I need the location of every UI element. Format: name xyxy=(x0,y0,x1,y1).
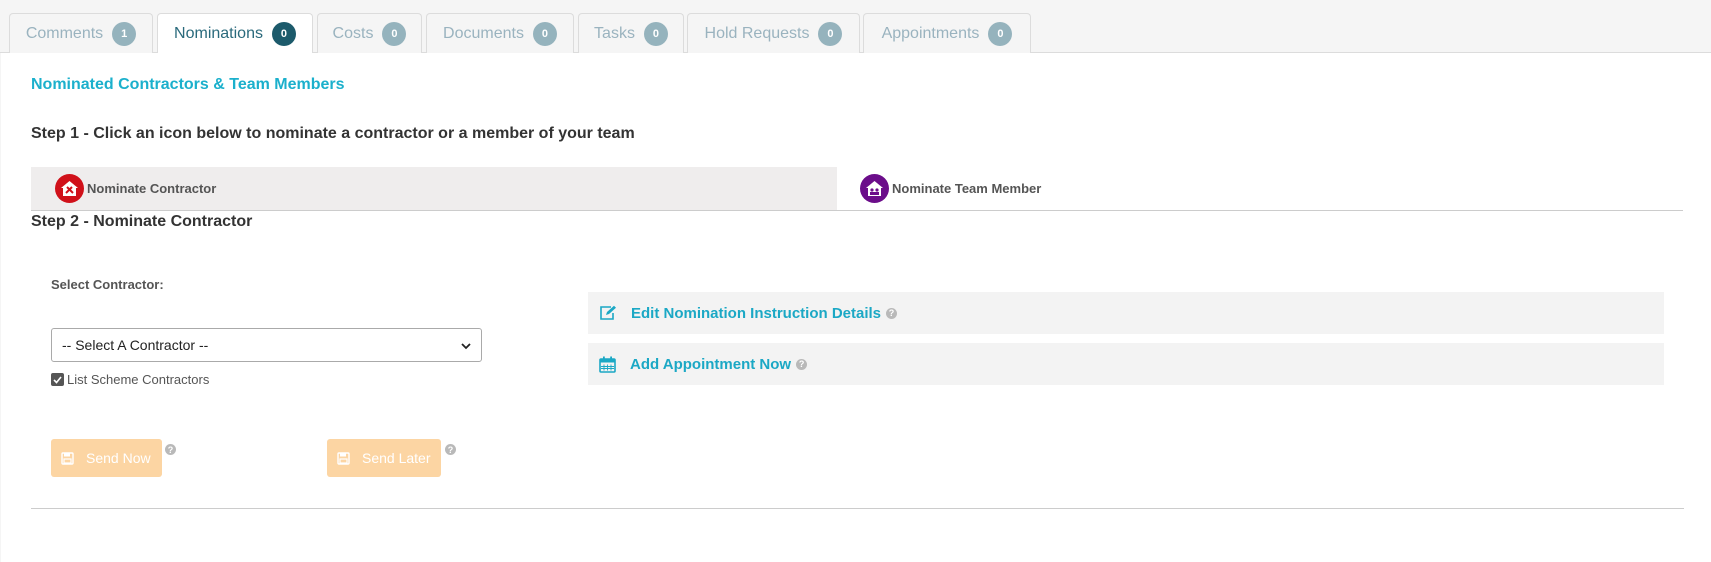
tab-comments[interactable]: Comments 1 xyxy=(9,13,153,53)
count-badge: 0 xyxy=(532,21,557,46)
help-icon[interactable]: ? xyxy=(886,307,898,319)
step1-heading: Step 1 - Click an icon below to nominate… xyxy=(31,125,635,142)
send-later-label: Send Later xyxy=(362,450,431,466)
help-icon[interactable]: ? xyxy=(165,444,176,455)
nominations-panel: Nominated Contractors & Team Members Ste… xyxy=(1,53,1711,562)
count-badge: 0 xyxy=(382,21,407,46)
edit-nomination-instruction-row: Edit Nomination Instruction Details ? xyxy=(588,292,1664,334)
send-now-label: Send Now xyxy=(86,450,151,466)
edit-nomination-instruction-link[interactable]: Edit Nomination Instruction Details xyxy=(631,305,881,322)
step2-heading: Step 2 - Nominate Contractor xyxy=(31,213,253,230)
nominate-contractor-label: Nominate Contractor xyxy=(87,180,217,196)
tab-hold-requests[interactable]: Hold Requests 0 xyxy=(687,13,860,53)
list-scheme-contractors-row: List Scheme Contractors xyxy=(51,372,209,387)
list-scheme-contractors-checkbox[interactable] xyxy=(51,373,64,386)
save-icon xyxy=(337,451,350,465)
contractor-house-icon xyxy=(55,173,84,203)
add-appointment-row: Add Appointment Now ? xyxy=(588,343,1664,385)
tab-documents[interactable]: Documents 0 xyxy=(426,13,574,53)
tab-label: Appointments xyxy=(881,24,980,42)
nominate-team-member-label: Nominate Team Member xyxy=(892,180,1042,196)
tab-label: Hold Requests xyxy=(704,24,810,42)
tab-label: Tasks xyxy=(594,24,635,42)
nominate-type-selector: Nominate Contractor Nominate Team Member xyxy=(31,167,1683,211)
add-appointment-link[interactable]: Add Appointment Now xyxy=(630,356,791,373)
send-now-button[interactable]: Send Now xyxy=(51,439,162,477)
edit-icon xyxy=(599,305,617,321)
checkbox-label: List Scheme Contractors xyxy=(67,372,210,387)
divider xyxy=(31,508,1684,509)
section-title: Nominated Contractors & Team Members xyxy=(31,76,345,93)
tab-label: Comments xyxy=(25,24,104,42)
tab-label: Costs xyxy=(332,24,374,42)
select-value: -- Select A Contractor -- xyxy=(62,337,209,353)
tab-costs[interactable]: Costs 0 xyxy=(317,13,422,53)
team-house-icon xyxy=(860,173,889,203)
contractor-select[interactable]: -- Select A Contractor -- xyxy=(51,328,482,362)
tab-nominations[interactable]: Nominations 0 xyxy=(157,13,313,54)
help-icon[interactable]: ? xyxy=(445,444,456,455)
tab-appointments[interactable]: Appointments 0 xyxy=(863,13,1031,53)
nominate-contractor-option[interactable]: Nominate Contractor xyxy=(31,167,837,210)
count-badge: 0 xyxy=(643,21,668,46)
chevron-down-icon xyxy=(461,337,471,353)
tab-tasks[interactable]: Tasks 0 xyxy=(578,13,684,53)
send-later-button[interactable]: Send Later xyxy=(327,439,441,477)
nominate-contractor-button[interactable]: Nominate Contractor xyxy=(55,173,216,203)
save-icon xyxy=(61,451,74,465)
count-badge: 0 xyxy=(818,21,843,46)
select-contractor-label: Select Contractor: xyxy=(51,277,164,292)
tab-label: Nominations xyxy=(174,25,263,42)
count-badge: 0 xyxy=(988,21,1013,46)
nominate-team-member-button[interactable]: Nominate Team Member xyxy=(860,173,1041,203)
help-icon[interactable]: ? xyxy=(796,358,808,370)
count-badge: 0 xyxy=(271,22,296,46)
count-badge: 1 xyxy=(112,21,137,46)
tab-label: Documents xyxy=(443,24,524,42)
tab-bar: Comments 1 Nominations 0 Costs 0 Documen… xyxy=(0,0,1711,54)
calendar-icon xyxy=(599,356,616,373)
